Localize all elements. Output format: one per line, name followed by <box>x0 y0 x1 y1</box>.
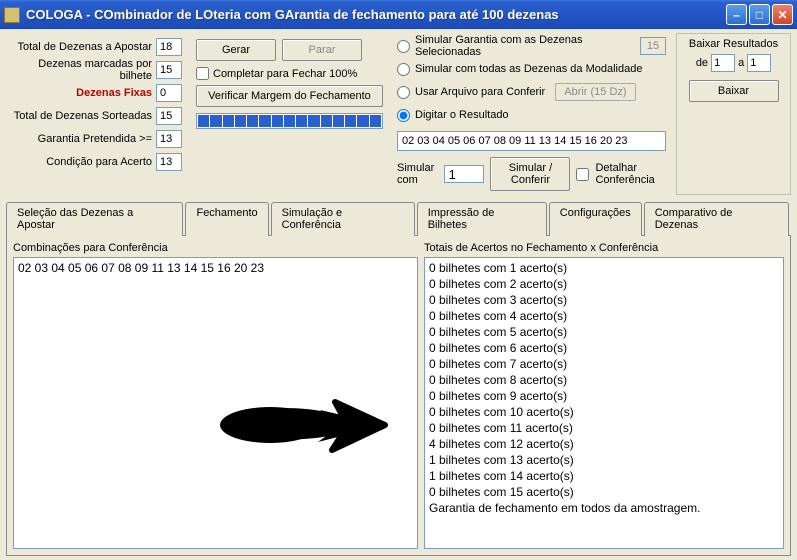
label-garantia: Garantia Pretendida >= <box>38 133 152 145</box>
progress-bar <box>196 113 383 129</box>
de-label: de <box>696 57 708 69</box>
tab-bar: Seleção das Dezenas a Apostar Fechamento… <box>6 201 791 236</box>
input-dezenas-fixas[interactable] <box>156 84 182 102</box>
list-item[interactable]: 0 bilhetes com 4 acerto(s) <box>429 308 779 324</box>
list-item[interactable]: 0 bilhetes com 15 acerto(s) <box>429 484 779 500</box>
list-item[interactable]: 0 bilhetes com 3 acerto(s) <box>429 292 779 308</box>
list-item[interactable]: 0 bilhetes com 1 acerto(s) <box>429 260 779 276</box>
tab-config[interactable]: Configurações <box>549 202 642 236</box>
selecionadas-count <box>640 37 666 55</box>
tab-comparativo[interactable]: Comparativo de Dezenas <box>644 202 789 236</box>
tab-simulacao[interactable]: Simulação e Conferência <box>271 202 415 236</box>
baixar-resultados-label: Baixar Resultados <box>681 38 786 50</box>
radio-selecionadas-label: Simular Garantia com as Dezenas Selecion… <box>415 34 636 58</box>
label-por-bilhete: Dezenas marcadas por bilhete <box>10 58 152 82</box>
abrir-button: Abrir (15 Dz) <box>555 83 635 101</box>
tab-content: Combinações para Conferência 02 03 04 05… <box>6 236 791 556</box>
titlebar: COLOGA - COmbinador de LOteria com GAran… <box>0 0 797 29</box>
radio-selecionadas[interactable] <box>397 40 410 53</box>
right-col-header: Totais de Acertos no Fechamento x Confer… <box>424 242 784 254</box>
combinacoes-listbox[interactable]: 02 03 04 05 06 07 08 09 11 13 14 15 16 2… <box>13 257 418 549</box>
label-condicao: Condição para Acerto <box>46 156 152 168</box>
list-item[interactable]: 4 bilhetes com 12 acerto(s) <box>429 436 779 452</box>
input-garantia[interactable] <box>156 130 182 148</box>
resultados-listbox[interactable]: 0 bilhetes com 1 acerto(s)0 bilhetes com… <box>424 257 784 549</box>
radio-arquivo-label: Usar Arquivo para Conferir <box>415 86 545 98</box>
left-col-header: Combinações para Conferência <box>13 242 418 254</box>
simular-com-label: Simular com <box>397 162 438 186</box>
list-item[interactable]: 0 bilhetes com 7 acerto(s) <box>429 356 779 372</box>
label-sorteadas: Total de Dezenas Sorteadas <box>14 110 152 122</box>
gerar-button[interactable]: Gerar <box>196 39 276 61</box>
list-item[interactable]: 0 bilhetes com 2 acerto(s) <box>429 276 779 292</box>
input-total-apostar[interactable] <box>156 38 182 56</box>
radio-digitar-label: Digitar o Resultado <box>415 109 509 121</box>
radio-panel: Simular Garantia com as Dezenas Selecion… <box>393 33 670 195</box>
completar-checkbox[interactable] <box>196 67 209 80</box>
detalhar-checkbox[interactable] <box>576 168 589 181</box>
de-input[interactable] <box>711 54 735 72</box>
close-button[interactable]: ✕ <box>772 4 793 25</box>
label-total-apostar: Total de Dezenas a Apostar <box>17 41 152 53</box>
parar-button[interactable]: Parar <box>282 39 362 61</box>
download-panel: Baixar Resultados de a Baixar <box>676 33 791 195</box>
input-por-bilhete[interactable] <box>156 61 182 79</box>
list-item[interactable]: 0 bilhetes com 11 acerto(s) <box>429 420 779 436</box>
maximize-button[interactable]: □ <box>749 4 770 25</box>
center-button-panel: Gerar Parar Completar para Fechar 100% V… <box>192 33 387 195</box>
completar-label: Completar para Fechar 100% <box>213 68 357 80</box>
simular-conferir-button[interactable]: Simular / Conferir <box>490 157 570 191</box>
list-item[interactable]: 0 bilhetes com 10 acerto(s) <box>429 404 779 420</box>
label-dezenas-fixas: Dezenas Fixas <box>76 87 152 99</box>
radio-arquivo[interactable] <box>397 86 410 99</box>
verificar-button[interactable]: Verificar Margem do Fechamento <box>196 85 383 107</box>
detalhar-label: Detalhar Conferência <box>595 162 666 186</box>
radio-todas[interactable] <box>397 63 410 76</box>
tab-fechamento[interactable]: Fechamento <box>185 202 268 236</box>
simular-com-input[interactable] <box>444 165 484 183</box>
radio-digitar[interactable] <box>397 109 410 122</box>
list-item[interactable]: 0 bilhetes com 6 acerto(s) <box>429 340 779 356</box>
list-item[interactable]: 0 bilhetes com 5 acerto(s) <box>429 324 779 340</box>
list-item[interactable]: 1 bilhetes com 13 acerto(s) <box>429 452 779 468</box>
a-label: a <box>738 57 744 69</box>
input-sorteadas[interactable] <box>156 107 182 125</box>
tab-selecao[interactable]: Seleção das Dezenas a Apostar <box>6 202 183 236</box>
list-item[interactable]: 0 bilhetes com 8 acerto(s) <box>429 372 779 388</box>
result-input[interactable] <box>397 131 666 151</box>
list-item[interactable]: 1 bilhetes com 14 acerto(s) <box>429 468 779 484</box>
input-condicao[interactable] <box>156 153 182 171</box>
list-item[interactable]: 0 bilhetes com 9 acerto(s) <box>429 388 779 404</box>
minimize-button[interactable]: – <box>726 4 747 25</box>
a-input[interactable] <box>747 54 771 72</box>
baixar-button[interactable]: Baixar <box>689 80 779 102</box>
list-item[interactable]: 02 03 04 05 06 07 08 09 11 13 14 15 16 2… <box>18 260 413 276</box>
app-icon <box>4 7 20 23</box>
list-item[interactable]: Garantia de fechamento em todos da amost… <box>429 500 779 516</box>
radio-todas-label: Simular com todas as Dezenas da Modalida… <box>415 63 642 75</box>
tab-impressao[interactable]: Impressão de Bilhetes <box>417 202 547 236</box>
left-fields-panel: Total de Dezenas a Apostar Dezenas marca… <box>6 33 186 195</box>
window-title: COLOGA - COmbinador de LOteria com GAran… <box>26 7 726 22</box>
